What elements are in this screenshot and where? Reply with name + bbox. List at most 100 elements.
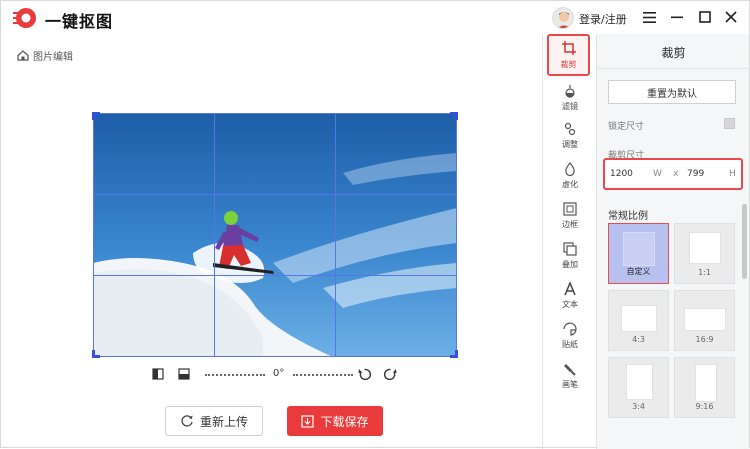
crop-grid-line xyxy=(335,114,336,356)
flip-horizontal-icon xyxy=(152,368,164,380)
crop-grid-line xyxy=(214,114,215,356)
tool-adjust[interactable]: 调整 xyxy=(543,116,597,156)
breadcrumb[interactable]: 图片编辑 xyxy=(17,48,73,63)
maximize-button[interactable] xyxy=(697,9,713,25)
crop-handle-bottom-right[interactable] xyxy=(450,350,458,358)
crop-settings-panel: 裁剪 重置为默认 锁定尺寸 裁剪尺寸 1200 W x 799 H 常规比例 自… xyxy=(596,34,750,449)
height-input[interactable]: 799 xyxy=(687,169,704,179)
crop-size-inputs: 1200 W x 799 H xyxy=(603,158,743,190)
minimize-button[interactable] xyxy=(669,9,685,25)
title-bar: 一键抠图 登录/注册 xyxy=(1,1,749,34)
rotate-left-button[interactable] xyxy=(357,367,371,381)
ratio-9-16[interactable]: 9:16 xyxy=(674,357,735,418)
crop-icon xyxy=(561,41,576,55)
ratio-label: 4:3 xyxy=(632,335,645,344)
crop-handle-top-right[interactable] xyxy=(450,112,458,120)
flip-vertical-button[interactable] xyxy=(177,367,191,381)
tool-sidebar: 裁剪 滤镜 调整 虚化 边框 叠加 文本 贴纸 画笔 xyxy=(542,34,596,449)
ratio-1-1[interactable]: 1:1 xyxy=(674,223,735,284)
ratio-preview xyxy=(684,308,726,331)
ratio-preview xyxy=(626,364,653,400)
rotation-slider-right[interactable] xyxy=(293,374,353,376)
close-button[interactable] xyxy=(723,9,739,25)
text-icon xyxy=(564,282,576,296)
download-label: 下载保存 xyxy=(320,414,369,429)
tool-text[interactable]: 文本 xyxy=(543,276,597,316)
tool-brush[interactable]: 画笔 xyxy=(543,356,597,396)
app-window: 一键抠图 登录/注册 图片编辑 0° 重新上传 下载保存 裁剪 滤镜 调整 虚化… xyxy=(0,0,750,449)
crop-handle-bottom-left[interactable] xyxy=(92,350,100,358)
maximize-icon xyxy=(699,11,711,23)
user-avatar-icon xyxy=(553,8,573,28)
reupload-button[interactable]: 重新上传 xyxy=(165,406,263,436)
ratio-custom[interactable]: 自定义 xyxy=(608,223,669,284)
ratio-label: 自定义 xyxy=(626,267,651,276)
download-save-button[interactable]: 下载保存 xyxy=(287,406,383,436)
reset-default-button[interactable]: 重置为默认 xyxy=(608,80,736,104)
tool-label: 边框 xyxy=(562,220,578,229)
tool-border[interactable]: 边框 xyxy=(543,196,597,236)
ratio-section-title: 常规比例 xyxy=(608,211,648,222)
crop-grid-line xyxy=(94,275,456,276)
tool-label: 贴纸 xyxy=(562,340,578,349)
filter-icon xyxy=(565,85,575,98)
transform-toolbar: 0° xyxy=(151,367,401,383)
reupload-label: 重新上传 xyxy=(199,414,248,429)
ratio-4-3[interactable]: 4:3 xyxy=(608,290,669,351)
panel-title: 裁剪 xyxy=(661,46,686,60)
crop-handle-top-left[interactable] xyxy=(92,112,100,120)
ratio-label: 9:16 xyxy=(695,402,714,411)
ratio-preview xyxy=(689,232,721,264)
blur-icon xyxy=(565,162,575,176)
tool-crop[interactable]: 裁剪 xyxy=(547,34,590,76)
rotation-value: 0° xyxy=(273,368,285,379)
lock-size-label: 锁定尺寸 xyxy=(608,122,645,132)
crop-frame[interactable] xyxy=(92,112,458,358)
tool-label: 滤镜 xyxy=(562,102,578,111)
app-name: 一键抠图 xyxy=(45,12,114,31)
hamburger-icon xyxy=(642,11,656,23)
width-input[interactable]: 1200 xyxy=(610,169,633,179)
rotate-right-icon xyxy=(383,368,396,380)
brush-icon xyxy=(564,364,576,376)
tool-label: 调整 xyxy=(562,140,578,149)
minimize-icon xyxy=(671,16,683,19)
tool-label: 虚化 xyxy=(562,180,578,189)
flip-horizontal-button[interactable] xyxy=(151,367,165,381)
tool-blur[interactable]: 虚化 xyxy=(543,156,597,196)
ratio-3-4[interactable]: 3:4 xyxy=(608,357,669,418)
rotate-left-icon xyxy=(358,368,371,380)
crop-grid-line xyxy=(94,194,456,195)
width-unit: W xyxy=(653,169,662,179)
tool-label: 画笔 xyxy=(562,380,578,389)
ratio-preview xyxy=(623,232,655,266)
ratio-16-9[interactable]: 16:9 xyxy=(674,290,735,351)
sticker-icon xyxy=(563,322,577,336)
close-icon xyxy=(725,11,737,23)
tool-label: 文本 xyxy=(562,300,578,309)
breadcrumb-label: 图片编辑 xyxy=(33,52,73,63)
ratio-preview xyxy=(695,364,717,402)
height-unit: H xyxy=(729,169,736,179)
flip-vertical-icon xyxy=(178,368,190,380)
avatar[interactable] xyxy=(552,7,574,29)
overlay-icon xyxy=(563,242,577,256)
lock-size-checkbox[interactable] xyxy=(724,118,735,129)
divider xyxy=(597,68,750,69)
app-logo-icon xyxy=(13,8,36,28)
menu-button[interactable] xyxy=(641,9,657,25)
ratio-label: 1:1 xyxy=(698,268,711,277)
panel-scrollbar[interactable] xyxy=(742,204,747,279)
tool-overlay[interactable]: 叠加 xyxy=(543,236,597,276)
ratio-label: 3:4 xyxy=(632,402,645,411)
rotate-right-button[interactable] xyxy=(383,367,397,381)
refresh-icon xyxy=(181,415,193,427)
ratio-preview xyxy=(621,305,657,332)
home-icon xyxy=(17,50,29,61)
ratio-label: 16:9 xyxy=(695,335,714,344)
download-icon xyxy=(301,414,315,428)
login-link[interactable]: 登录/注册 xyxy=(579,11,627,27)
tool-filter[interactable]: 滤镜 xyxy=(543,78,597,118)
tool-sticker[interactable]: 贴纸 xyxy=(543,316,597,356)
rotation-slider-left[interactable] xyxy=(205,374,265,376)
